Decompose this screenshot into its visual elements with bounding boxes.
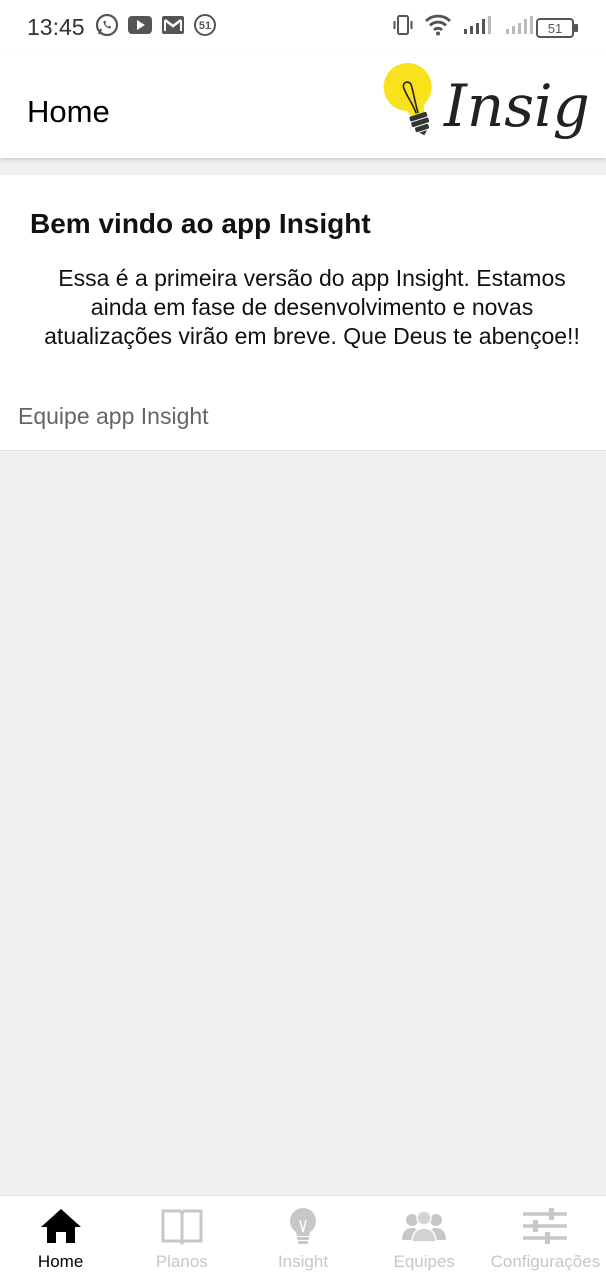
nav-item-equipes[interactable]: Equipes	[364, 1196, 485, 1280]
whatsapp-icon	[95, 13, 119, 37]
signal-icon	[462, 15, 494, 35]
badge-51-icon: 51	[193, 13, 217, 37]
lightbulb-icon	[281, 1206, 325, 1246]
nav-item-planos[interactable]: Planos	[121, 1196, 242, 1280]
book-icon	[160, 1206, 204, 1246]
nav-label-planos: Planos	[155, 1252, 208, 1271]
vibrate-icon	[392, 14, 414, 36]
bottom-navigation: Home Planos Insight Equipes Configuraçõe…	[0, 1195, 606, 1280]
nav-label-insight: Insight	[277, 1252, 329, 1271]
battery-icon: 51	[536, 17, 580, 44]
battery-level-text: 51	[548, 21, 562, 36]
youtube-icon	[127, 15, 153, 35]
nav-label-equipes: Equipes	[393, 1252, 455, 1271]
app-bar: Home Insight	[0, 56, 606, 158]
nav-item-home[interactable]: Home	[0, 1196, 121, 1280]
lightbulb-logo-icon: Insight	[383, 63, 606, 140]
status-time: 13:45	[27, 14, 85, 40]
group-icon	[400, 1206, 448, 1246]
card-body: Essa é a primeira versão do app Insight.…	[44, 265, 580, 349]
signal-icon	[504, 15, 536, 35]
gmail-icon	[161, 15, 185, 35]
welcome-card: Bem vindo ao app Insight Essa é a primei…	[0, 175, 606, 451]
logo-text: Insight	[443, 72, 588, 140]
system-icons	[392, 14, 536, 36]
nav-label-home: Home	[37, 1252, 84, 1271]
page-title: Home	[27, 94, 110, 129]
card-footer: Equipe app Insight	[18, 403, 209, 429]
home-icon	[39, 1206, 83, 1246]
status-bar: 13:45 51 51	[0, 0, 606, 56]
notification-icons: 51	[95, 13, 217, 37]
nav-item-insight[interactable]: Insight	[242, 1196, 363, 1280]
notification-badge-text: 51	[199, 20, 211, 32]
insight-logo: Insight	[382, 56, 606, 156]
nav-item-configuracoes[interactable]: Configurações	[485, 1196, 606, 1280]
card-title: Bem vindo ao app Insight	[30, 208, 371, 239]
nav-label-configuracoes: Configurações	[490, 1252, 601, 1271]
wifi-icon	[424, 14, 452, 36]
sliders-icon	[521, 1206, 569, 1246]
